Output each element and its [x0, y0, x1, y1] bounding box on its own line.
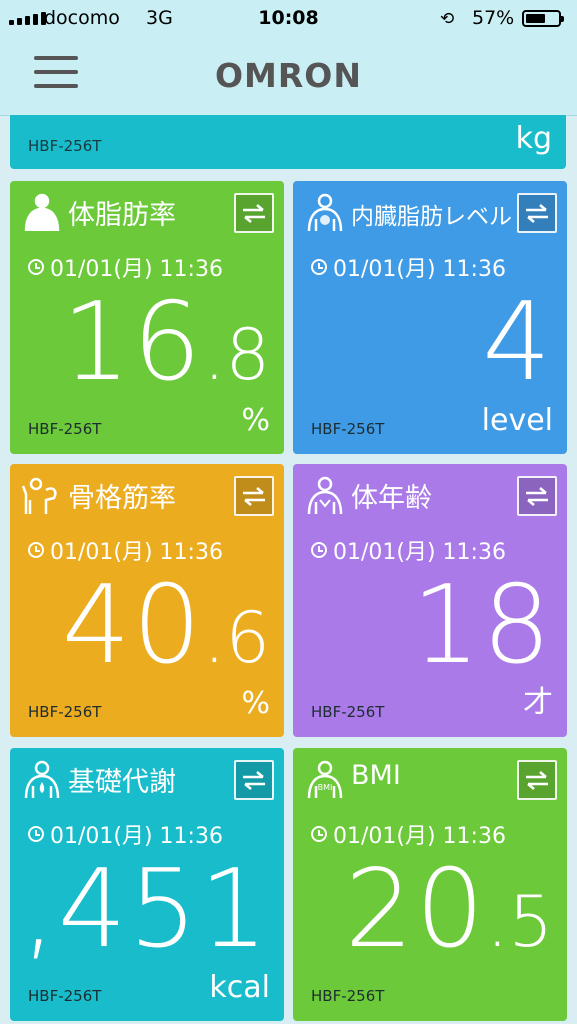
- measurement-datetime: 01/01(月) 11:36: [311, 818, 506, 850]
- metric-unit: kcal: [209, 970, 270, 1005]
- measurement-datetime: 01/01(月) 11:36: [28, 251, 223, 283]
- basal-metabolism-icon: [20, 760, 64, 800]
- skeletal-muscle-icon: [20, 476, 64, 516]
- value-decimal: 6: [225, 597, 270, 679]
- measurement-datetime: 01/01(月) 11:36: [311, 534, 506, 566]
- metric-value: 20.5: [345, 856, 553, 964]
- metric-unit: level: [481, 403, 553, 438]
- value-decimal: 5: [508, 881, 553, 963]
- metric-tile[interactable]: 基礎代謝 01/01(月) 11:36 1,451 kcal HBF-256T: [10, 748, 284, 1021]
- brand-logo: OMRON: [215, 56, 362, 95]
- metric-title: 体年齢: [351, 483, 432, 514]
- metric-value: 18: [412, 572, 553, 680]
- clock-icon: [28, 826, 44, 842]
- clock-icon: [28, 542, 44, 558]
- metric-tile[interactable]: 体脂肪率 01/01(月) 11:36 16.8% HBF-256T: [10, 181, 284, 454]
- datetime-text: 01/01(月) 11:36: [333, 824, 506, 849]
- device-model: HBF-256T: [311, 703, 385, 721]
- metric-tile[interactable]: 内臓脂肪レベル 01/01(月) 11:36 4 level HBF-256T: [293, 181, 567, 454]
- metric-title: 内臓脂肪レベル: [351, 204, 512, 230]
- value-decimal-point: .: [203, 597, 226, 679]
- datetime-text: 01/01(月) 11:36: [333, 257, 506, 282]
- value-integer: 40: [61, 563, 204, 688]
- metric-value: 1,451: [10, 856, 270, 964]
- metric-value: 16.8: [62, 289, 270, 397]
- swap-icon[interactable]: [234, 193, 274, 233]
- datetime-text: 01/01(月) 11:36: [50, 540, 223, 565]
- swap-icon[interactable]: [517, 760, 557, 800]
- unit-label: kg: [515, 121, 552, 156]
- battery-percent: 57%: [472, 7, 515, 29]
- metric-title: 体脂肪率: [68, 200, 176, 231]
- clock-icon: [311, 542, 327, 558]
- value-decimal-point: .: [203, 314, 226, 396]
- metric-tile[interactable]: 骨格筋率 01/01(月) 11:36 40.6% HBF-256T: [10, 464, 284, 737]
- metric-value: 4: [482, 289, 553, 397]
- status-bar: docomo 3G 10:08 ⟲ 57%: [0, 0, 577, 38]
- metric-value: 40.6: [62, 572, 270, 680]
- clock-icon: [311, 259, 327, 275]
- body-fat-icon: [20, 193, 64, 233]
- metric-unit: %: [241, 403, 270, 438]
- device-model: HBF-256T: [28, 420, 102, 438]
- metric-unit: 才: [523, 685, 553, 720]
- device-model: HBF-256T: [28, 137, 102, 155]
- value-integer: 4: [482, 280, 553, 405]
- measurement-datetime: 01/01(月) 11:36: [311, 251, 506, 283]
- clock-icon: [28, 259, 44, 275]
- metric-title: BMI: [351, 760, 401, 791]
- device-model: HBF-256T: [311, 420, 385, 438]
- metric-title: 基礎代謝: [68, 767, 176, 798]
- device-model: HBF-256T: [311, 987, 385, 1005]
- value-integer: 20: [344, 847, 487, 972]
- measurement-datetime: 01/01(月) 11:36: [28, 818, 223, 850]
- metric-unit: %: [241, 686, 270, 721]
- value-integer: 18: [411, 563, 553, 688]
- value-decimal-point: .: [486, 881, 509, 963]
- datetime-text: 01/01(月) 11:36: [333, 540, 506, 565]
- swap-icon[interactable]: [234, 760, 274, 800]
- rotation-lock-icon: ⟲: [440, 9, 455, 29]
- device-model: HBF-256T: [28, 703, 102, 721]
- svg-text:BMI: BMI: [318, 783, 333, 792]
- swap-icon[interactable]: [234, 476, 274, 516]
- weight-card[interactable]: HBF-256T kg: [10, 115, 566, 169]
- metric-title: 骨格筋率: [68, 483, 176, 514]
- datetime-text: 01/01(月) 11:36: [50, 824, 223, 849]
- value-decimal: 8: [225, 314, 270, 396]
- swap-icon[interactable]: [517, 476, 557, 516]
- clock-icon: [311, 826, 327, 842]
- value-integer: 1,451: [10, 847, 270, 972]
- bmi-icon: BMI: [303, 760, 347, 800]
- metric-tile[interactable]: 体年齢 01/01(月) 11:36 18 才 HBF-256T: [293, 464, 567, 737]
- datetime-text: 01/01(月) 11:36: [50, 257, 223, 282]
- body-age-icon: [303, 476, 347, 516]
- app-header: OMRON: [0, 38, 577, 116]
- measurement-datetime: 01/01(月) 11:36: [28, 534, 223, 566]
- metric-tile[interactable]: BMI BMI 01/01(月) 11:36 20.5 HBF-256T: [293, 748, 567, 1021]
- device-model: HBF-256T: [28, 987, 102, 1005]
- value-integer: 16: [61, 280, 204, 405]
- battery-icon: [522, 10, 564, 27]
- visceral-fat-icon: [303, 193, 347, 233]
- swap-icon[interactable]: [517, 193, 557, 233]
